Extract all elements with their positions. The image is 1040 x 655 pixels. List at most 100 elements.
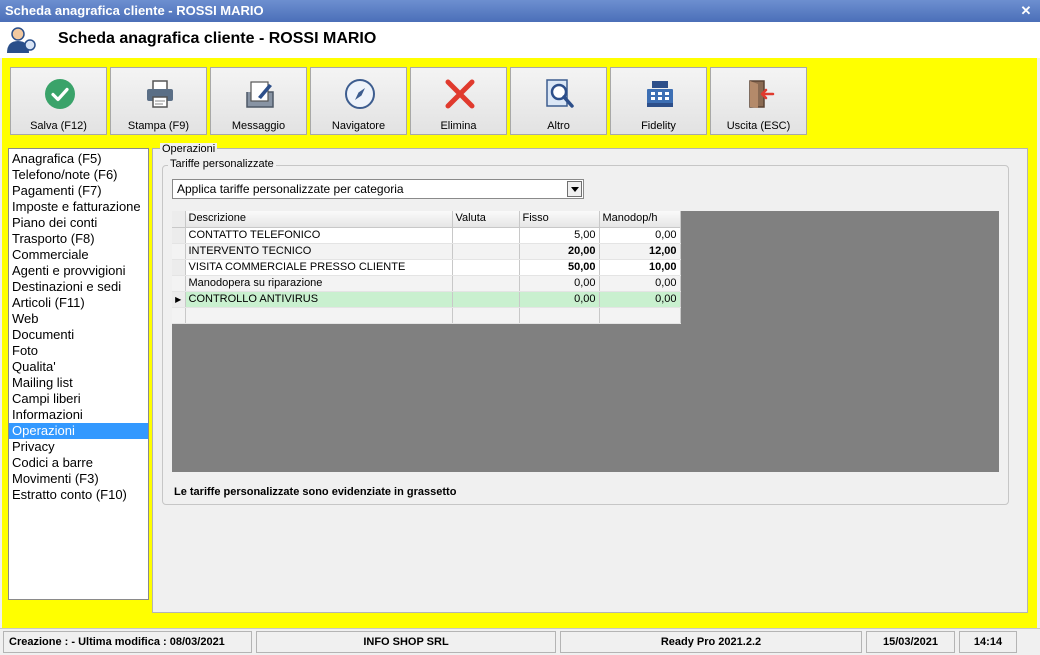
cell-descrizione[interactable]: Manodopera su riparazione	[185, 275, 453, 292]
cell-fisso[interactable]: 5,00	[519, 227, 600, 244]
compass-icon	[345, 79, 375, 109]
nav-item-operazioni[interactable]: Operazioni	[9, 423, 148, 439]
nav-item-documenti[interactable]: Documenti	[9, 327, 148, 343]
nav-item-codici-barre[interactable]: Codici a barre	[9, 455, 148, 471]
cell-descrizione[interactable]: INTERVENTO TECNICO	[185, 243, 453, 260]
status-dates: Creazione : - Ultima modifica : 08/03/20…	[3, 631, 252, 653]
cell-manodop[interactable]: 0,00	[599, 227, 681, 244]
nav-item-trasporto[interactable]: Trasporto (F8)	[9, 231, 148, 247]
table-row[interactable]: CONTATTO TELEFONICO 5,00 0,00	[172, 227, 681, 244]
delete-button[interactable]: Elimina	[410, 67, 507, 135]
nav-item-privacy[interactable]: Privacy	[9, 439, 148, 455]
exit-button-label: Uscita (ESC)	[726, 120, 791, 132]
cell-fisso[interactable]: 0,00	[519, 275, 600, 292]
exit-button[interactable]: Uscita (ESC)	[710, 67, 807, 135]
cash-register-icon	[647, 81, 673, 107]
cell-descrizione[interactable]: CONTROLLO ANTIVIRUS	[185, 291, 453, 308]
nav-item-movimenti[interactable]: Movimenti (F3)	[9, 471, 148, 487]
nav-item-agenti[interactable]: Agenti e provvigioni	[9, 263, 148, 279]
bold-rates-note: Le tariffe personalizzate sono evidenzia…	[174, 486, 457, 498]
nav-item-destinazioni[interactable]: Destinazioni e sedi	[9, 279, 148, 295]
rates-grid: Descrizione Valuta Fisso Manodop/h CONTA…	[172, 211, 681, 324]
table-row-current[interactable]: ▶ CONTROLLO ANTIVIRUS 0,00 0,00	[172, 291, 681, 308]
nav-item-telefono-note[interactable]: Telefono/note (F6)	[9, 167, 148, 183]
message-button[interactable]: Messaggio	[210, 67, 307, 135]
status-time: 14:14	[959, 631, 1017, 653]
navigator-button[interactable]: Navigatore	[310, 67, 407, 135]
cell-manodop[interactable]: 12,00	[599, 243, 681, 260]
fidelity-button-label: Fidelity	[641, 120, 676, 132]
column-header-descrizione[interactable]: Descrizione	[185, 211, 453, 228]
nav-item-piano-conti[interactable]: Piano dei conti	[9, 215, 148, 231]
cell-manodop[interactable]: 10,00	[599, 259, 681, 276]
row-indicator[interactable]	[172, 307, 186, 324]
column-header-valuta[interactable]: Valuta	[452, 211, 520, 228]
section-nav: Anagrafica (F5) Telefono/note (F6) Pagam…	[8, 148, 149, 600]
printer-icon	[147, 80, 173, 108]
cell-descrizione[interactable]: CONTATTO TELEFONICO	[185, 227, 453, 244]
print-button[interactable]: Stampa (F9)	[110, 67, 207, 135]
delete-button-label: Elimina	[440, 120, 477, 132]
table-row[interactable]: Manodopera su riparazione 0,00 0,00	[172, 275, 681, 292]
cell-valuta[interactable]	[452, 227, 520, 244]
exit-icon	[749, 80, 775, 108]
rates-group-title: Tariffe personalizzate	[168, 158, 276, 170]
chevron-down-icon[interactable]	[567, 181, 582, 197]
column-header-manodop[interactable]: Manodop/h	[599, 211, 681, 228]
magnifier-icon	[546, 79, 574, 108]
cell-fisso[interactable]: 0,00	[519, 291, 600, 308]
cell-valuta[interactable]	[452, 243, 520, 260]
grid-header-indicator	[172, 211, 186, 228]
more-button-label: Altro	[547, 120, 570, 132]
rates-mode-value: Applica tariffe personalizzate per categ…	[177, 182, 404, 196]
cell-fisso[interactable]: 50,00	[519, 259, 600, 276]
cell-manodop[interactable]	[599, 307, 681, 324]
nav-item-campi-liberi[interactable]: Campi liberi	[9, 391, 148, 407]
cell-descrizione[interactable]: VISITA COMMERCIALE PRESSO CLIENTE	[185, 259, 453, 276]
row-indicator[interactable]	[172, 243, 186, 260]
nav-item-mailing-list[interactable]: Mailing list	[9, 375, 148, 391]
table-row-new[interactable]	[172, 307, 681, 324]
cell-valuta[interactable]	[452, 275, 520, 292]
nav-item-informazioni[interactable]: Informazioni	[9, 407, 148, 423]
save-button-label: Salva (F12)	[30, 120, 87, 132]
cell-fisso[interactable]	[519, 307, 600, 324]
nav-item-qualita[interactable]: Qualita'	[9, 359, 148, 375]
navigator-button-label: Navigatore	[331, 120, 386, 132]
row-indicator[interactable]	[172, 275, 186, 292]
row-indicator[interactable]	[172, 259, 186, 276]
cell-fisso[interactable]: 20,00	[519, 243, 600, 260]
window-titlebar: Scheda anagrafica cliente - ROSSI MARIO …	[0, 0, 1040, 22]
form-header: Scheda anagrafica cliente - ROSSI MARIO	[0, 22, 1040, 58]
nav-item-web[interactable]: Web	[9, 311, 148, 327]
cell-manodop[interactable]: 0,00	[599, 275, 681, 292]
window-title: Scheda anagrafica cliente - ROSSI MARIO	[5, 3, 264, 18]
nav-item-articoli[interactable]: Articoli (F11)	[9, 295, 148, 311]
nav-item-pagamenti[interactable]: Pagamenti (F7)	[9, 183, 148, 199]
current-row-indicator[interactable]: ▶	[172, 291, 186, 308]
cell-descrizione[interactable]	[185, 307, 453, 324]
nav-item-anagrafica[interactable]: Anagrafica (F5)	[9, 151, 148, 167]
save-button[interactable]: Salva (F12)	[10, 67, 107, 135]
nav-item-estratto-conto[interactable]: Estratto conto (F10)	[9, 487, 148, 503]
fidelity-button[interactable]: Fidelity	[610, 67, 707, 135]
close-icon[interactable]: ✕	[1018, 3, 1034, 19]
cell-manodop[interactable]: 0,00	[599, 291, 681, 308]
cell-valuta[interactable]	[452, 259, 520, 276]
nav-item-imposte[interactable]: Imposte e fatturazione	[9, 199, 148, 215]
more-button[interactable]: Altro	[510, 67, 607, 135]
cell-valuta[interactable]	[452, 291, 520, 308]
row-indicator[interactable]	[172, 227, 186, 244]
status-date: 15/03/2021	[866, 631, 955, 653]
table-row[interactable]: VISITA COMMERCIALE PRESSO CLIENTE 50,00 …	[172, 259, 681, 276]
nav-item-commerciale[interactable]: Commerciale	[9, 247, 148, 263]
table-row[interactable]: INTERVENTO TECNICO 20,00 12,00	[172, 243, 681, 260]
nav-item-foto[interactable]: Foto	[9, 343, 148, 359]
status-bar: Creazione : - Ultima modifica : 08/03/20…	[0, 628, 1040, 655]
delete-icon	[445, 79, 475, 109]
status-company: INFO SHOP SRL	[256, 631, 556, 653]
check-icon	[45, 79, 75, 109]
cell-valuta[interactable]	[452, 307, 520, 324]
column-header-fisso[interactable]: Fisso	[519, 211, 600, 228]
rates-mode-select[interactable]: Applica tariffe personalizzate per categ…	[172, 179, 584, 199]
